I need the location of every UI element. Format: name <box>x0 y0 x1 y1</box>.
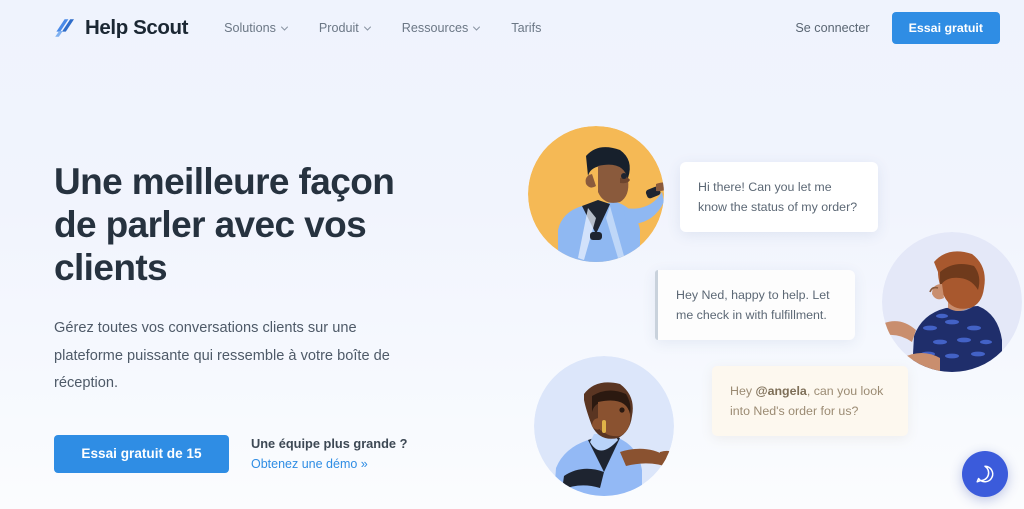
get-a-demo-link[interactable]: Obtenez une démo » <box>251 457 407 471</box>
helpscout-slashes-logo-icon <box>54 18 78 38</box>
header-free-trial-button[interactable]: Essai gratuit <box>891 12 1000 44</box>
chevron-down-icon <box>363 25 371 31</box>
nav-item-produit-label: Produit <box>318 21 359 35</box>
nav-item-solutions-label: Solutions <box>224 21 276 35</box>
chevron-down-icon <box>473 25 481 31</box>
hero-illustration: Hi there! Can you let me know the status… <box>500 56 1024 509</box>
nav-item-solutions[interactable]: Solutions <box>224 21 288 35</box>
nav-item-tarifs-label: Tarifs <box>511 21 542 35</box>
chat-bubble-customer: Hi there! Can you let me know the status… <box>680 162 878 232</box>
site-header: Help Scout Solutions Produit Ressources … <box>0 0 1024 56</box>
page-title: Une meilleure façon de parler avec vos c… <box>54 161 395 288</box>
demo-title: Une équipe plus grande ? <box>251 435 408 451</box>
nav-item-tarifs[interactable]: Tarifs <box>511 21 541 35</box>
nav-item-ressources-label: Ressources <box>401 21 469 35</box>
avatar-top-agent <box>528 126 664 262</box>
chat-bubble-internal-note: Hey @angela, can you look into Ned's ord… <box>712 366 908 436</box>
avatar-bottom-agent <box>534 356 674 496</box>
brand-name: Help Scout <box>85 16 189 39</box>
hero-cta-row: Essai gratuit de 15 Une équipe plus gran… <box>54 434 454 473</box>
chat-beacon-button[interactable] <box>962 451 1008 497</box>
note-text-before: Hey <box>730 384 756 398</box>
main-navigation: Solutions Produit Ressources Tarifs <box>224 21 541 35</box>
login-link[interactable]: Se connecter <box>795 21 869 35</box>
hero-free-trial-button[interactable]: Essai gratuit de 15 <box>54 434 229 473</box>
chat-bubble-agent: Hey Ned, happy to help. Let me check in … <box>655 270 855 340</box>
nav-item-produit[interactable]: Produit <box>319 21 371 35</box>
brand-logo[interactable]: Help Scout <box>54 16 188 40</box>
nav-item-ressources[interactable]: Ressources <box>402 21 481 35</box>
chat-beacon-icon <box>974 463 996 485</box>
header-actions: Se connecter Essai gratuit <box>795 12 1000 44</box>
hero-subheading: Gérez toutes vos conversations clients s… <box>54 320 390 391</box>
chevron-down-icon <box>280 25 288 31</box>
mention-angela: @angela <box>755 384 807 398</box>
demo-block: Une équipe plus grande ? Obtenez une dém… <box>251 435 407 471</box>
hero-text-block: Une meilleure façon de parler avec vos c… <box>54 160 454 473</box>
avatar-right-customer <box>882 232 1022 372</box>
